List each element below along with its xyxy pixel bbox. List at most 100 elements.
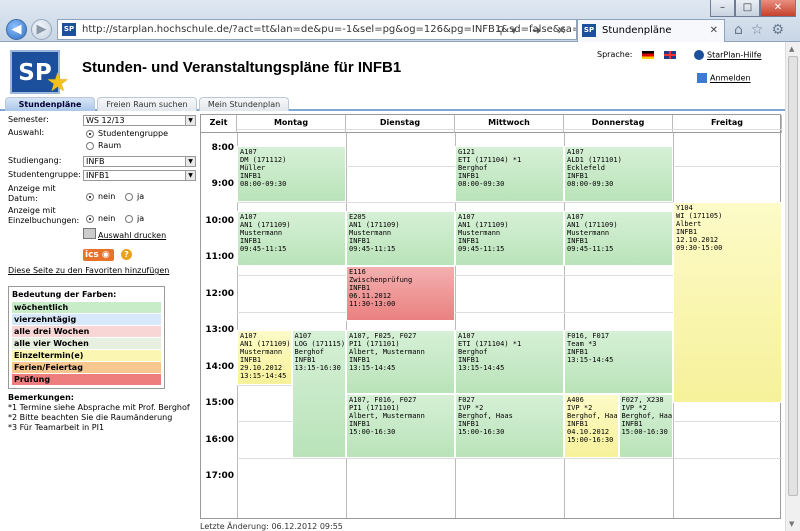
event-line: AN1 (171109) — [240, 221, 291, 230]
timetable-event[interactable]: E116 Zwischenprüfung INFB1 06.11.2012 11:30-… — [346, 266, 455, 321]
event-line: E205 — [349, 213, 366, 222]
settings-gear-icon[interactable]: ⚙ — [771, 22, 792, 38]
print-link[interactable]: Auswahl drucken — [98, 231, 166, 240]
event-line: 06.11.2012 — [349, 292, 392, 301]
einzelbuchungen-label: Anzeige mit Einzelbuchungen: — [8, 206, 79, 226]
info-icon[interactable]: ? — [121, 249, 132, 260]
toolbar-icons[interactable]: ⌂☆⚙ — [734, 22, 792, 38]
radio-datum-nein[interactable] — [86, 193, 94, 201]
timetable-event[interactable]: A107, F025, F027 PI1 (171101) Albert, Must… — [346, 330, 455, 394]
timetable-event[interactable]: F027, X238 IVP *2 Berghof, Haas INFB1 15:00-… — [618, 393, 673, 458]
event-line: INFB1 — [676, 228, 698, 237]
timetable-event[interactable]: A107, F016, F027 PI1 (171101) Albert, Must… — [346, 393, 455, 458]
event-line: A107, F025, F027 — [349, 332, 417, 341]
event-line: F027 — [458, 395, 475, 404]
home-icon[interactable]: ⌂ — [734, 22, 751, 38]
event-line: AN1 (171109) — [458, 221, 509, 230]
event-line: ALD1 (171101) — [567, 155, 622, 164]
event-line: Berghof, Haas — [458, 411, 513, 420]
event-line: INFB1 — [458, 237, 480, 246]
printer-icon[interactable] — [83, 228, 96, 239]
studentengruppe-label: Studentengruppe: — [8, 170, 81, 179]
scrollbar-thumb[interactable] — [788, 56, 798, 496]
semester-label: Semester: — [8, 115, 49, 124]
login-arrow-icon — [697, 73, 707, 83]
tab-mein-stundenplan[interactable]: Mein Stundenplan — [199, 97, 289, 111]
add-favorites-link[interactable]: Diese Seite zu den Favoriten hinzufügen — [8, 266, 169, 275]
event-line: 29.10.2012 — [240, 364, 283, 373]
event-line: Albert, Mustermann — [349, 411, 425, 420]
minimize-button[interactable]: – — [710, 0, 735, 17]
ics-export-button[interactable]: ics ◉ — [83, 249, 114, 261]
studiengang-select[interactable]: INFB ▼ — [83, 156, 196, 167]
studentengruppe-select[interactable]: INFB1 ▼ — [83, 170, 196, 181]
forward-button[interactable]: ▶ — [31, 19, 52, 40]
scroll-up-icon[interactable]: ▲ — [789, 45, 794, 53]
studentengruppe-value: INFB1 — [86, 171, 110, 180]
timetable-event[interactable]: F016, F017 Team *3 INFB1 13:15-14:45 — [564, 330, 673, 394]
favorites-star-icon[interactable]: ☆ — [751, 22, 772, 38]
hour-label: 9:00 — [211, 179, 234, 190]
radio-einzel-ja[interactable] — [125, 215, 133, 223]
timetable-event[interactable]: F027 IVP *2 Berghof, Haas INFB1 15:00-16:30 — [455, 393, 564, 458]
help-link[interactable]: StarPlan-Hilfe — [694, 50, 762, 60]
event-line: 09:45-11:15 — [349, 245, 396, 254]
browser-tab[interactable]: SP Stundenpläne ✕ — [577, 19, 725, 42]
legend-item: wöchentlich — [12, 302, 161, 313]
timetable-event[interactable]: A107 AN1 (171109) Mustermann INFB1 09:45-11:… — [455, 211, 564, 267]
studiengang-value: INFB — [86, 157, 105, 166]
datum-label: Anzeige mit Datum: — [8, 184, 56, 204]
legend-item: Ferien/Feiertag — [12, 362, 161, 373]
login-link[interactable]: Anmelden — [697, 73, 751, 83]
event-line: AN1 (171109) — [567, 221, 618, 230]
timetable-event[interactable]: A107 AN1 (171109) Mustermann INFB1 09:45-11:… — [564, 211, 673, 267]
chevron-down-icon: ▼ — [185, 116, 195, 125]
timetable-event[interactable]: A107 DM (171112) Müller INFB1 08:00-09:30 — [237, 145, 346, 203]
tab-freien-raum-suchen[interactable]: Freien Raum suchen — [97, 97, 197, 111]
event-line: DM (171112) — [240, 155, 287, 164]
timetable-event[interactable]: A107 LOG (171115) Berghof INFB1 13:15-16:30 — [291, 330, 346, 458]
tab-close-icon[interactable]: ✕ — [710, 20, 718, 41]
tab-stundenplaene[interactable]: Stundenpläne — [5, 97, 95, 111]
event-line: IVP *2 — [567, 403, 593, 412]
legend-item: vierzehntägig — [12, 314, 161, 325]
event-line: 15:00-16:30 — [458, 427, 505, 436]
scroll-down-icon[interactable]: ▼ — [789, 520, 794, 528]
radio-studentengruppe[interactable] — [86, 130, 94, 138]
maximize-button[interactable]: □ — [735, 0, 760, 17]
timetable-event[interactable]: A107 AN1 (171109) Mustermann INFB1 09:45-11:… — [237, 211, 346, 267]
language-selector: Sprache: — [597, 50, 676, 59]
back-button[interactable]: ◀ — [6, 19, 27, 40]
timetable-event[interactable]: A107 ETI (171104) *1 Berghof INFB1 13:15-14:… — [455, 330, 564, 394]
radio-einzel-nein-label: nein — [98, 214, 116, 223]
english-flag-icon[interactable] — [663, 50, 676, 59]
event-line: F027, X238 — [621, 395, 664, 404]
radio-datum-ja[interactable] — [125, 193, 133, 201]
timetable-event[interactable]: A406 IVP *2 Berghof, Haas INFB1 04.10.2012 15… — [564, 393, 619, 458]
semester-select[interactable]: WS 12/13 ▼ — [83, 115, 196, 126]
event-line: PI1 (171101) — [349, 340, 400, 349]
event-line: Berghof, Haas — [621, 411, 673, 420]
vertical-scrollbar[interactable]: ▲ ▼ — [785, 42, 800, 531]
address-bar[interactable]: SP http://starplan.hochschule.de/?act=tt… — [57, 19, 577, 40]
timetable-event[interactable]: Y104 WI (171105) Albert INFB1 12.10.2012 09:3… — [673, 202, 782, 404]
timetable-event[interactable]: A107 AN1 (171109) Mustermann INFB1 29.10.201… — [237, 330, 292, 385]
event-line: 04.10.2012 — [567, 427, 610, 436]
event-line: A107 — [240, 332, 257, 341]
event-line: Mustermann — [567, 229, 610, 238]
timetable-grid: Zeit Montag Dienstag Mittwoch Donnerstag Frei… — [200, 114, 782, 519]
radio-einzel-nein[interactable] — [86, 215, 94, 223]
timetable-event[interactable]: G121 ETI (171104) *1 Berghof INFB1 08:00-09:… — [455, 145, 564, 203]
event-line: Mustermann — [240, 348, 283, 357]
address-actions-icons[interactable]: ⚲▾ ➔ ✕ — [497, 21, 572, 39]
radio-einzel-ja-label: ja — [137, 214, 145, 223]
event-line: Müller — [240, 163, 266, 172]
timetable-event[interactable]: A107 ALD1 (171101) Ecklefeld INFB1 08:00-09:… — [564, 145, 673, 203]
german-flag-icon[interactable] — [641, 50, 654, 59]
event-line: INFB1 — [458, 171, 480, 180]
close-window-button[interactable]: ✕ — [760, 0, 796, 17]
radio-raum[interactable] — [86, 142, 94, 150]
timetable-event[interactable]: E205 AN1 (171109) Mustermann INFB1 09:45-11:… — [346, 211, 455, 267]
event-line: E116 — [349, 268, 366, 277]
event-line: F016, F017 — [567, 332, 610, 341]
